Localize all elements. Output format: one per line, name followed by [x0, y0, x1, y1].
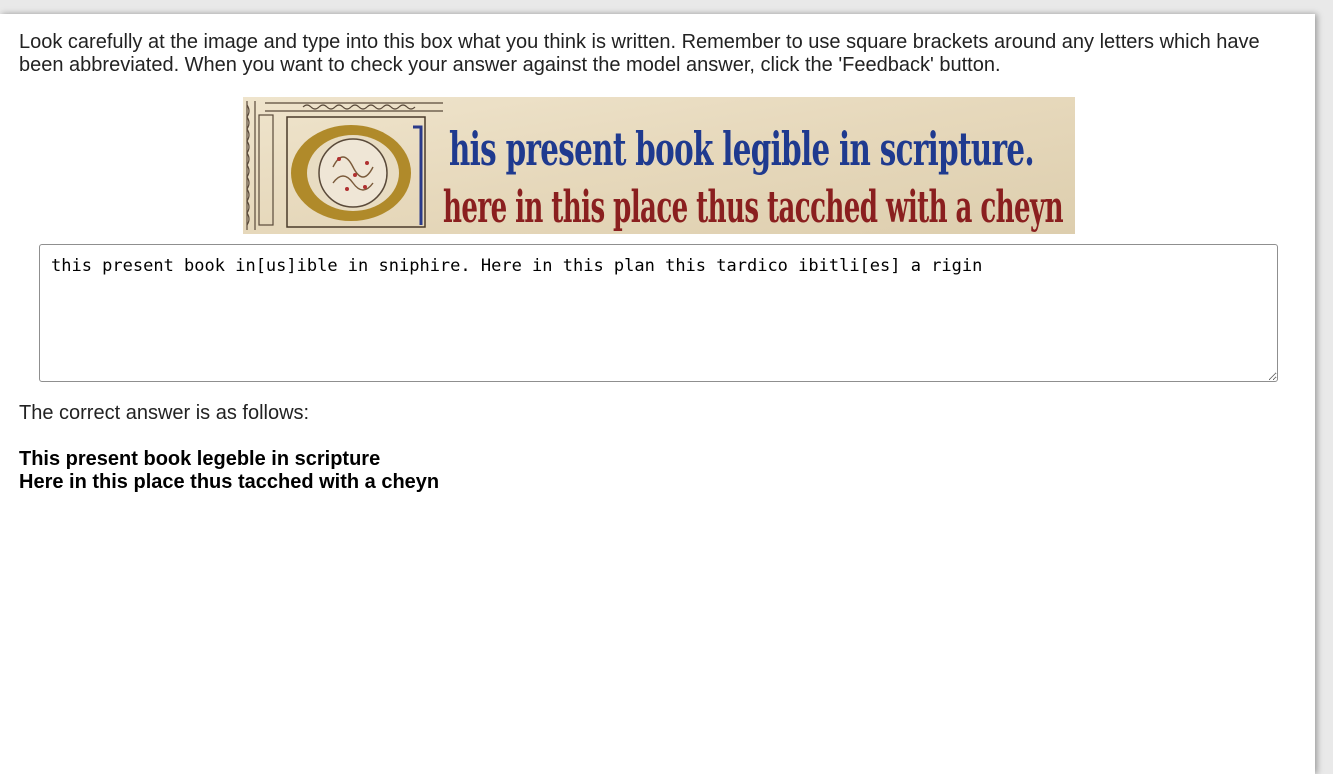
instructions-text: Look carefully at the image and type int… [19, 31, 1260, 76]
manuscript-line-1: his present book legible in scripture. [449, 122, 1034, 176]
correct-answer-intro: The correct answer is as follows: [19, 402, 310, 424]
manuscript-line-2: here in this place thus tacched with a c… [443, 182, 1063, 233]
exercise-page: Look carefully at the image and type int… [0, 14, 1315, 774]
answer-textarea[interactable] [39, 244, 1278, 382]
correct-answer-text: This present book legeble in scripture H… [19, 448, 439, 494]
correct-answer-line-1: This present book legeble in scripture [19, 448, 381, 470]
manuscript-image: his present book legible in scripture. h… [243, 97, 1075, 234]
correct-answer-line-2: Here in this place thus tacched with a c… [19, 471, 440, 493]
